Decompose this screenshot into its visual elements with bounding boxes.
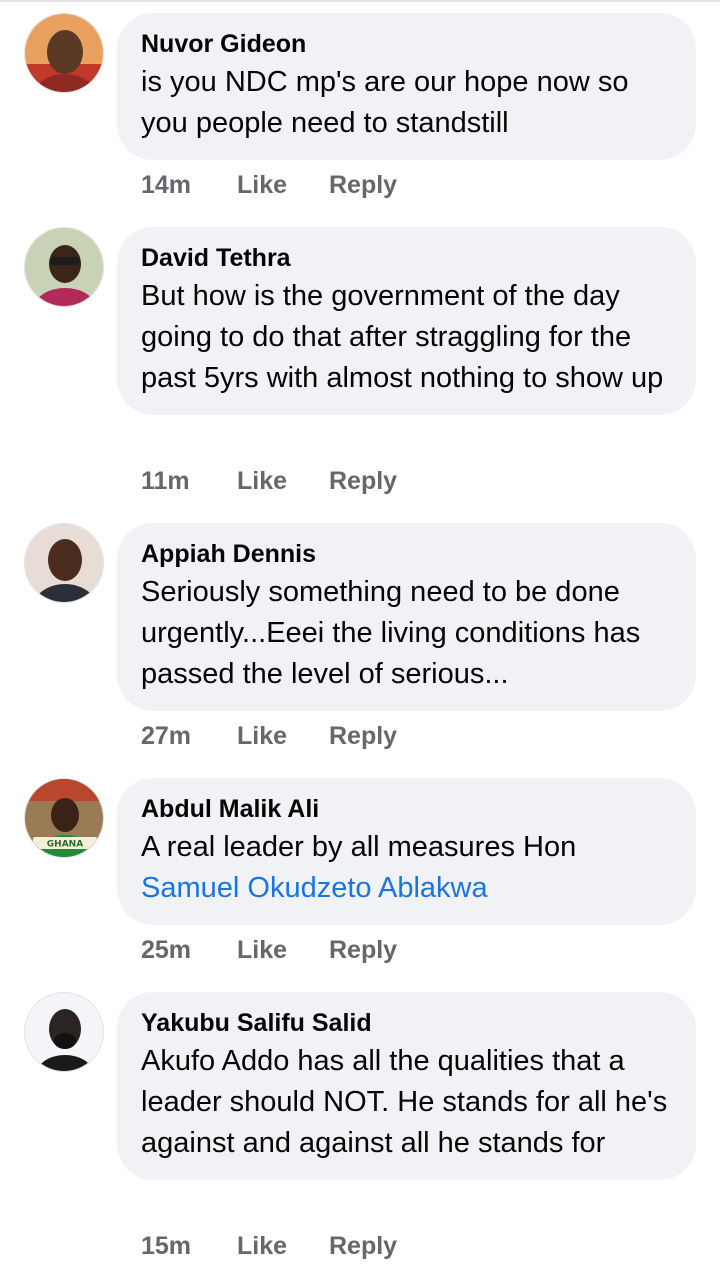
avatar-badge-text: GHANA <box>47 840 83 850</box>
comment-text-part: A real leader by all measures Hon <box>141 831 577 863</box>
avatar[interactable] <box>24 523 104 603</box>
avatar-photo <box>25 14 103 92</box>
like-button[interactable]: Like <box>237 1232 329 1261</box>
top-divider <box>0 0 720 2</box>
like-button[interactable]: Like <box>237 171 329 200</box>
comment-actions: 15m Like Reply <box>141 1226 397 1265</box>
comment-text: But how is the government of the day goi… <box>141 280 664 394</box>
comment-bubble[interactable]: Nuvor Gideon is you NDC mp's are our hop… <box>117 13 696 160</box>
comment-text: Seriously something need to be done urge… <box>141 576 641 690</box>
comment-actions: 25m Like Reply <box>141 930 397 970</box>
comment-author[interactable]: Appiah Dennis <box>141 539 672 569</box>
reply-button[interactable]: Reply <box>329 722 397 751</box>
avatar[interactable] <box>24 992 104 1072</box>
comment-timestamp[interactable]: 25m <box>141 936 237 965</box>
comment-actions: 11m Like Reply <box>141 461 397 501</box>
comment-text: A real leader by all measures Hon Samuel… <box>141 827 672 909</box>
reply-button[interactable]: Reply <box>329 1232 397 1261</box>
comment-actions: 14m Like Reply <box>141 165 397 205</box>
comment-bubble[interactable]: Yakubu Salifu Salid Akufo Addo has all t… <box>117 992 696 1180</box>
comment-author[interactable]: Yakubu Salifu Salid <box>141 1008 672 1038</box>
comment-timestamp[interactable]: 14m <box>141 171 237 200</box>
like-button[interactable]: Like <box>237 722 329 751</box>
mention-link[interactable]: Samuel Okudzeto Ablakwa <box>141 872 488 904</box>
comment-actions: 27m Like Reply <box>141 716 397 756</box>
comment-bubble[interactable]: Abdul Malik Ali A real leader by all mea… <box>117 778 696 925</box>
avatar-photo <box>25 524 103 602</box>
like-button[interactable]: Like <box>237 936 329 965</box>
comment-bubble[interactable]: David Tethra But how is the government o… <box>117 227 696 415</box>
comment-author[interactable]: David Tethra <box>141 243 672 273</box>
avatar-photo: GHANA <box>25 779 103 857</box>
reply-button[interactable]: Reply <box>329 467 397 496</box>
reply-button[interactable]: Reply <box>329 171 397 200</box>
comment-author[interactable]: Nuvor Gideon <box>141 29 672 59</box>
avatar[interactable]: GHANA <box>24 778 104 858</box>
comment-bubble[interactable]: Appiah Dennis Seriously something need t… <box>117 523 696 711</box>
avatar-photo <box>25 228 103 306</box>
like-button[interactable]: Like <box>237 467 329 496</box>
avatar[interactable] <box>24 227 104 307</box>
reply-button[interactable]: Reply <box>329 936 397 965</box>
avatar-photo <box>25 993 103 1071</box>
comment-author[interactable]: Abdul Malik Ali <box>141 794 672 824</box>
comment-timestamp[interactable]: 11m <box>141 467 237 496</box>
comment-timestamp[interactable]: 15m <box>141 1232 237 1261</box>
avatar[interactable] <box>24 13 104 93</box>
comment-text: Akufo Addo has all the qualities that a … <box>141 1045 668 1159</box>
comment-timestamp[interactable]: 27m <box>141 722 237 751</box>
comment-text: is you NDC mp's are our hope now so you … <box>141 66 629 139</box>
